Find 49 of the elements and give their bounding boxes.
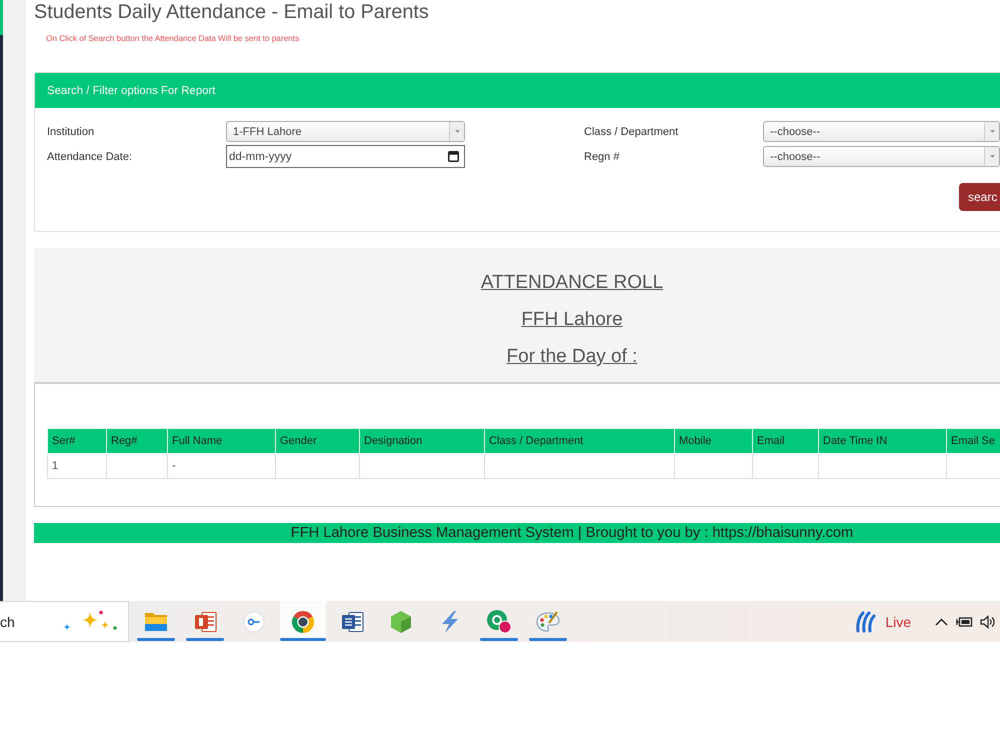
date-field[interactable]: dd-mm-yyyy <box>226 145 465 168</box>
browser-icon <box>291 610 315 634</box>
date-heading: For the Day of : <box>506 346 638 367</box>
column-header: Ser# <box>48 428 106 454</box>
battery-icon[interactable] <box>956 616 973 628</box>
column-header: Mobile <box>674 428 752 454</box>
palette-icon <box>536 610 560 632</box>
calendar-icon[interactable] <box>448 151 459 162</box>
caret-icon <box>454 130 460 133</box>
table-cell: - <box>168 454 276 478</box>
field-label: Attendance Date: <box>47 150 134 162</box>
sidebar-highlight <box>0 0 3 35</box>
key-icon <box>243 610 265 632</box>
column-header: Email <box>752 428 818 454</box>
page-title: Students Daily Attendance - Email to Parents <box>34 0 429 24</box>
circle-badge-icon <box>486 609 512 634</box>
panel-title: Search / Filter options For Report <box>47 84 216 96</box>
stripes-icon[interactable] <box>854 610 876 632</box>
report-title: ATTENDANCE ROLL <box>480 272 664 293</box>
folder-icon <box>144 612 168 632</box>
info-note: On Click of Search button the Attendance Data Will be sent to parents <box>46 34 300 44</box>
taskbar-button[interactable] <box>280 601 326 642</box>
dropdown-field[interactable]: --choose-- <box>763 121 1000 142</box>
column-header: Gender <box>276 428 360 454</box>
caret-icon <box>990 155 994 158</box>
column-header: Reg# <box>106 428 168 454</box>
field-label: Class / Department <box>584 126 680 138</box>
presentation-icon <box>194 610 216 632</box>
field-label: Institution <box>47 126 96 138</box>
speaker-icon[interactable] <box>980 614 996 628</box>
dropdown-field[interactable]: 1-FFH Lahore <box>226 121 465 142</box>
field-label: Regn # <box>584 150 620 162</box>
column-header: Designation <box>360 428 484 454</box>
lightning-icon <box>439 610 461 634</box>
live-label[interactable]: Live <box>885 614 911 630</box>
column-header: Full Name <box>168 428 276 454</box>
institution-heading: FFH Lahore <box>521 309 623 330</box>
column-header: Email Se <box>946 428 1000 454</box>
document-icon <box>340 610 364 632</box>
search-button[interactable]: searc <box>959 183 1000 211</box>
footer-text: FFH Lahore Business Management System | Brought to you by : https://bhaisunny.com <box>290 525 854 541</box>
column-header: Date Time IN <box>818 428 946 454</box>
column-header: Class / Department <box>484 428 674 454</box>
chevron-up-icon[interactable] <box>935 618 948 626</box>
dropdown-field[interactable]: --choose-- <box>763 146 1000 167</box>
caret-icon <box>990 130 994 133</box>
cube-icon <box>390 610 412 634</box>
table-cell: 1 <box>48 454 106 478</box>
search-field[interactable]: ch <box>0 601 129 642</box>
